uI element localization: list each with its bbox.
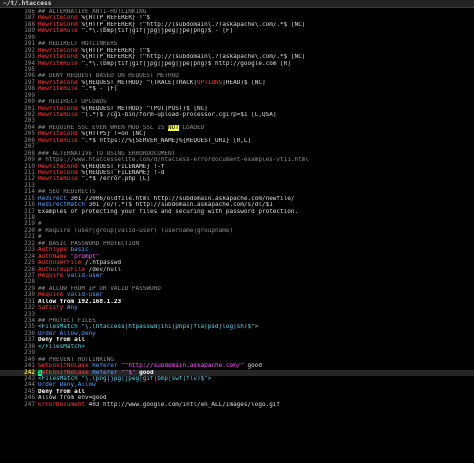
code-token: RewriteRule bbox=[38, 176, 78, 183]
code-token: ^.*$ /error.php [L] bbox=[77, 176, 150, 183]
code-token: ^(.*)$ /cgi-bin/form-upload-processor.cg… bbox=[77, 112, 277, 118]
code-token: RewriteRule bbox=[38, 86, 78, 93]
code-token: %{REQUEST_FILENAME} !-f bbox=[77, 163, 165, 170]
code-token: Order Deny,Allow bbox=[38, 382, 96, 389]
code-token: RewriteCond bbox=[38, 54, 78, 61]
code-token: SetEnvIfNoCase bbox=[38, 363, 89, 370]
code-token: ## PREVENT HOTLINKING bbox=[38, 356, 114, 363]
code-token: RewriteCond bbox=[38, 15, 78, 22]
code-token: ### ALTERNATIVE TO USING ERRORDOCUMENT bbox=[38, 150, 176, 157]
code-token: Redirect bbox=[38, 195, 67, 202]
code-token: ## ALTERNATIVE ANTI-HOTLINKING bbox=[38, 9, 147, 15]
code-token: RewriteRule bbox=[38, 28, 78, 35]
code-token: Require bbox=[38, 292, 64, 299]
code-token: good bbox=[243, 363, 262, 370]
code-token: etEnvIfNoCase bbox=[41, 369, 89, 376]
code-token: OPTIONS bbox=[196, 79, 223, 86]
code-token: AuthType bbox=[38, 247, 67, 254]
code-token: "^$" bbox=[121, 369, 136, 376]
code-token: ## REDIRECT UPLOADS bbox=[38, 99, 107, 106]
code-token: Order Allow,Deny bbox=[38, 330, 96, 337]
code-token: ## DENY REQUEST BASED ON REQUEST METHOD bbox=[38, 73, 179, 80]
code-token: # Require (user|group|valid-user) (usern… bbox=[38, 227, 234, 234]
code-token: RewriteRule bbox=[38, 112, 78, 118]
window-title: ~/t/.htaccess bbox=[0, 0, 474, 8]
code-token: valid-user bbox=[63, 292, 104, 299]
code-token: Examples of protecting your files and se… bbox=[38, 208, 299, 215]
code-token: Referer bbox=[88, 369, 122, 376]
code-token: Allow from 192.168.1.23 bbox=[38, 298, 122, 305]
code-token: ## REQUIRE SSL EVEN WHEN MOD_SSL IS bbox=[38, 124, 169, 131]
code-token: AuthName bbox=[38, 253, 67, 260]
line-number: 247 bbox=[24, 400, 35, 408]
code-token: %{HTTP_REFERER} !^http://(subdomain\.?)a… bbox=[77, 54, 306, 61]
code-token: basic bbox=[66, 247, 89, 254]
code-token: Deny from all bbox=[38, 337, 85, 344]
code-token: ^.*$ https://%{SERVER_NAME}%{REQUEST_URI… bbox=[77, 137, 252, 144]
code-token: ## ALLOW FROM IP OR VALID PASSWORD bbox=[38, 285, 161, 292]
code-token: good bbox=[135, 369, 154, 376]
code-token: RewriteCond bbox=[38, 163, 78, 170]
code-token: ^.*$ - [F] bbox=[77, 86, 118, 93]
code-token: ## BASIC PASSWORD PROTECTION bbox=[38, 240, 140, 247]
code-token: # bbox=[38, 221, 42, 228]
code-token: %{HTTP_REFERER} !^http://(subdomain\.?)a… bbox=[77, 21, 306, 28]
code-token: |HEAD)$ [NC] bbox=[222, 79, 266, 86]
code-token: RewriteCond bbox=[38, 169, 78, 176]
code-token: </FilesMatch> bbox=[38, 343, 85, 350]
code-token: 301 /2006/oldfile.html http://subdomain.… bbox=[66, 195, 295, 202]
code-token: /.htpasswd bbox=[81, 260, 122, 267]
code-token: Referer bbox=[88, 363, 122, 370]
code-token: ## REDIRECT HOTLINKERS bbox=[38, 41, 118, 48]
code-token: ^.*\.(bmp|tif|gif|jpg|jpeg|jpe|png)$ - [… bbox=[77, 28, 234, 35]
code-token: 403 http://www.google.com/intl/en_ALL/im… bbox=[84, 401, 281, 408]
code-token: %{REQUEST_METHOD} ^(TRACE|TRACK| bbox=[77, 79, 197, 86]
code-token: /dev/null bbox=[84, 266, 122, 273]
code-token: %{REQUEST_METHOD} ^(PUT|POST)$ [NC] bbox=[77, 105, 208, 112]
code-token: Allow from env=good bbox=[38, 395, 107, 402]
code-token: valid-user bbox=[63, 272, 104, 279]
code-token: Deny from all bbox=[38, 388, 85, 395]
code-token: ## PROTECT FILES bbox=[38, 318, 96, 324]
code-token: Any bbox=[63, 305, 78, 312]
code-token: RewriteRule bbox=[38, 60, 78, 67]
code-token: "prompt" bbox=[66, 253, 100, 260]
code-token: %{HTTP_REFERER} !^$ bbox=[77, 15, 150, 22]
code-editor[interactable]: 186 ## ALTERNATIVE ANTI-HOTLINKING 187 Rewr… bbox=[0, 9, 474, 463]
code-token: %{HTTPS} !=on [NC] bbox=[77, 131, 147, 138]
code-token: Satisfy bbox=[38, 305, 64, 312]
code-token: %{REQUEST_FILENAME} !-d bbox=[77, 169, 165, 176]
code-text[interactable]: ErrorDocument 403 http://www.google.com/… bbox=[38, 402, 474, 408]
code-token: ## SEO REDIRECTS bbox=[38, 189, 96, 196]
code-token: Require bbox=[38, 272, 64, 279]
code-token: %{HTTP_REFERER} !^$ bbox=[77, 47, 150, 54]
code-line[interactable]: 247 ErrorDocument 403 http://www.google.c… bbox=[0, 400, 474, 408]
code-token: RewriteCond bbox=[38, 79, 78, 86]
code-token: RedirectMatch bbox=[38, 202, 85, 209]
code-token: ErrorDocument bbox=[38, 401, 85, 408]
search-highlight: NOT bbox=[168, 124, 179, 131]
code-token: RewriteRule bbox=[38, 137, 78, 144]
code-token: RewriteCond bbox=[38, 21, 78, 28]
code-token: RewriteCond bbox=[38, 131, 78, 138]
code-token: 301 /o/(.*)$ http://subdomain.askapache.… bbox=[84, 202, 273, 209]
code-token: # https://www.htaccesselite.com/d/htacce… bbox=[38, 157, 309, 164]
code-token: ^.*\.(bmp|tif|gif|jpg|jpeg|jpe|png)$ htt… bbox=[77, 60, 291, 67]
code-token: "^http://subdomain.askapache.com/" bbox=[121, 363, 244, 370]
code-token: RewriteCond bbox=[38, 47, 78, 54]
code-token: RewriteCond bbox=[38, 105, 78, 112]
code-token: <FilesMatch "\.(png|jpg|jpeg|gif|bmp|swf… bbox=[38, 375, 212, 382]
code-token: AuthUserFile bbox=[38, 260, 82, 267]
code-token: <FilesMatch "\.(htaccess|htpasswd|ini|ph… bbox=[38, 324, 259, 331]
code-token: # bbox=[38, 234, 42, 241]
code-token: AuthGroupFile bbox=[38, 266, 85, 273]
code-token: LOADED bbox=[178, 124, 205, 131]
